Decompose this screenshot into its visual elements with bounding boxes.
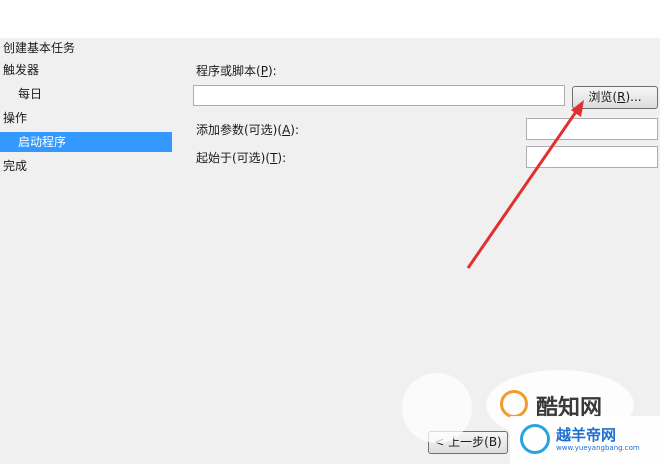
annotation-arrow-icon [466, 100, 584, 269]
